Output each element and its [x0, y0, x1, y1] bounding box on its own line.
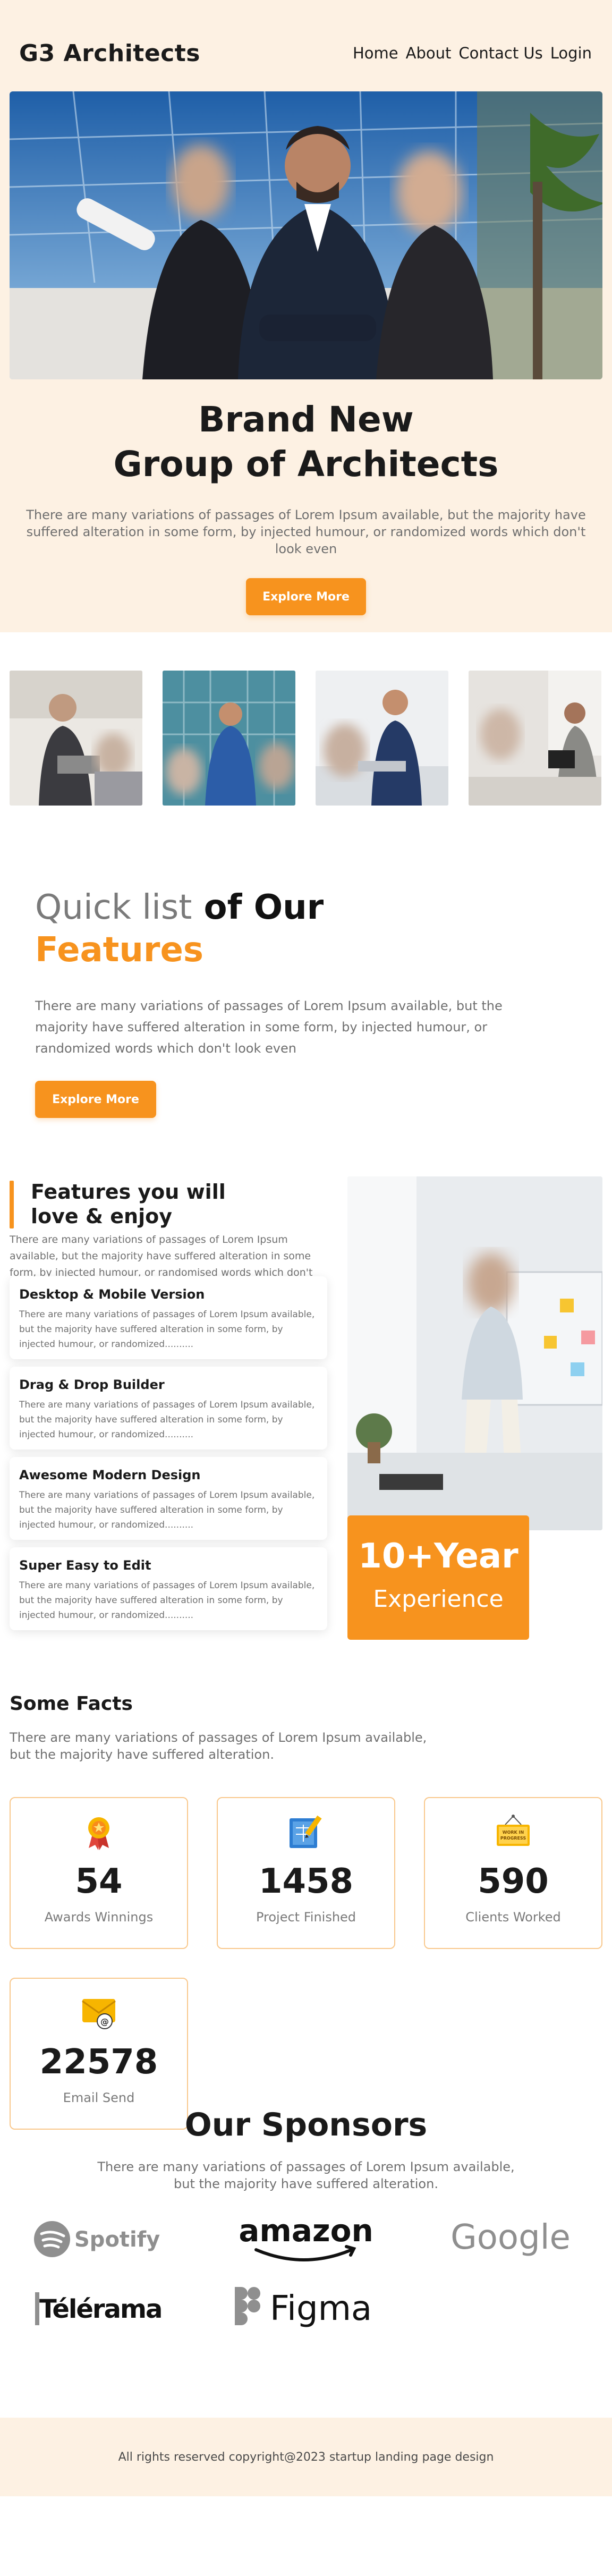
hero-title: Brand New Group of Architects	[0, 397, 612, 487]
sponsor-figma-text: Figma	[270, 2289, 372, 2328]
photo-row	[0, 632, 612, 813]
sponsor-spotify-text: Spotify	[74, 2227, 160, 2252]
gallery-photo-1	[10, 671, 142, 806]
feature-card-title: Drag & Drop Builder	[19, 1377, 165, 1392]
nav-home[interactable]: Home	[353, 44, 398, 62]
gallery-photo-3	[316, 671, 448, 806]
stat-label: Awards Winnings	[44, 1910, 154, 1925]
sponsor-amazon-text: amazon	[240, 2213, 372, 2249]
award-medal-icon	[80, 1813, 117, 1850]
work-in-progress-sign-icon: WORK IN PROGRESS	[495, 1813, 532, 1850]
features-title: Features you will love & enjoy	[31, 1180, 226, 1228]
sponsors-title: Our Sponsors	[184, 2106, 428, 2143]
hero-explore-button[interactable]: Explore More	[246, 578, 366, 615]
stat-number: 1458	[258, 1862, 354, 1901]
hero-title-line1: Brand New	[198, 399, 414, 440]
sponsor-telerama-text: Télérama	[39, 2294, 162, 2324]
feature-card-title: Awesome Modern Design	[19, 1468, 201, 1482]
sponsor-logo-amazon[interactable]: amazon	[240, 2211, 372, 2265]
navbar: G3 Architects Home About Contact Us Logi…	[0, 0, 612, 106]
stat-number: 22578	[39, 2043, 158, 2082]
hero-title-line2: Group of Architects	[113, 444, 499, 485]
experience-number: 10+Year	[358, 1537, 518, 1576]
sponsor-logo-figma[interactable]: Figma	[230, 2281, 384, 2334]
stat-number: 54	[75, 1862, 123, 1901]
stat-label: Project Finished	[256, 1910, 356, 1925]
nav-login[interactable]: Login	[550, 44, 592, 62]
site-logo[interactable]: G3 Architects	[19, 40, 200, 67]
hero-team-photo	[10, 91, 602, 379]
feature-card-title: Desktop & Mobile Version	[19, 1287, 205, 1302]
quick-list-section: Quick list of Our Features There are man…	[0, 813, 612, 1153]
features-title-line1: Features you will	[31, 1180, 226, 1204]
quick-list-title: Quick list of Our Features	[35, 886, 324, 971]
sign-text-line2: PROGRESS	[500, 1836, 526, 1841]
quick-list-title-orange: Features	[35, 930, 203, 970]
stat-card-projects: 1458 Project Finished	[217, 1797, 395, 1949]
blueprint-pencil-icon	[287, 1813, 325, 1850]
sponsor-logo-spotify[interactable]: Spotify	[32, 2217, 167, 2261]
experience-badge: 10+Year Experience	[347, 1515, 529, 1640]
facts-section: Some Facts There are many variations of …	[0, 1684, 612, 2130]
gallery-photo-2	[163, 671, 295, 806]
stat-number: 590	[478, 1862, 549, 1901]
feature-card-text: There are many variations of passages of…	[19, 1400, 315, 1440]
nav-contact[interactable]: Contact Us	[458, 44, 542, 62]
stat-label: Clients Worked	[465, 1910, 561, 1925]
quick-list-description: There are many variations of passages of…	[35, 998, 503, 1056]
hero-section: G3 Architects Home About Contact Us Logi…	[0, 0, 612, 632]
facts-description: There are many variations of passages of…	[10, 1730, 427, 1762]
feature-card: Desktop & Mobile Version There are many …	[10, 1276, 327, 1359]
sponsor-logo-telerama[interactable]: Télérama	[32, 2284, 168, 2332]
quick-list-title-light: Quick list	[35, 888, 192, 927]
facts-title: Some Facts	[10, 1693, 133, 1715]
footer: All rights reserved copyright@2023 start…	[0, 2418, 612, 2496]
footer-copyright: All rights reserved copyright@2023 start…	[118, 2450, 494, 2464]
quick-list-explore-button[interactable]: Explore More	[35, 1081, 156, 1118]
features-title-line2: love & enjoy	[31, 1205, 172, 1228]
main-nav: Home About Contact Us Login	[353, 44, 592, 62]
stat-card-clients: WORK IN PROGRESS 590 Clients Worked	[424, 1797, 602, 1949]
hero-description: There are many variations of passages of…	[26, 507, 586, 556]
feature-card-text: There are many variations of passages of…	[19, 1309, 315, 1350]
feature-card: Super Easy to Edit There are many variat…	[10, 1547, 327, 1630]
experience-label: Experience	[373, 1586, 504, 1613]
nav-about[interactable]: About	[406, 44, 452, 62]
feature-card-text: There are many variations of passages of…	[19, 1490, 315, 1530]
quick-list-title-bold: of Our	[192, 888, 324, 927]
svg-text:@: @	[100, 2016, 109, 2027]
feature-card: Drag & Drop Builder There are many varia…	[10, 1367, 327, 1450]
sponsor-logo-google[interactable]: Google	[444, 2215, 577, 2263]
features-section: Features you will love & enjoy There are…	[0, 1153, 612, 1684]
features-accent-bar	[10, 1181, 14, 1228]
sponsors-description: There are many variations of passages of…	[97, 2159, 515, 2191]
sign-text-line1: WORK IN	[503, 1830, 524, 1835]
features-office-photo	[347, 1176, 602, 1530]
gallery-photo-4	[469, 671, 601, 806]
feature-card-text: There are many variations of passages of…	[19, 1580, 315, 1621]
feature-card: Awesome Modern Design There are many var…	[10, 1457, 327, 1540]
sponsor-google-text: Google	[450, 2218, 571, 2257]
feature-card-title: Super Easy to Edit	[19, 1558, 151, 1573]
email-envelope-icon: @	[80, 1994, 117, 2031]
sponsors-section: Our Sponsors There are many variations o…	[0, 2094, 612, 2418]
stat-card-awards: 54 Awards Winnings	[10, 1797, 188, 1949]
